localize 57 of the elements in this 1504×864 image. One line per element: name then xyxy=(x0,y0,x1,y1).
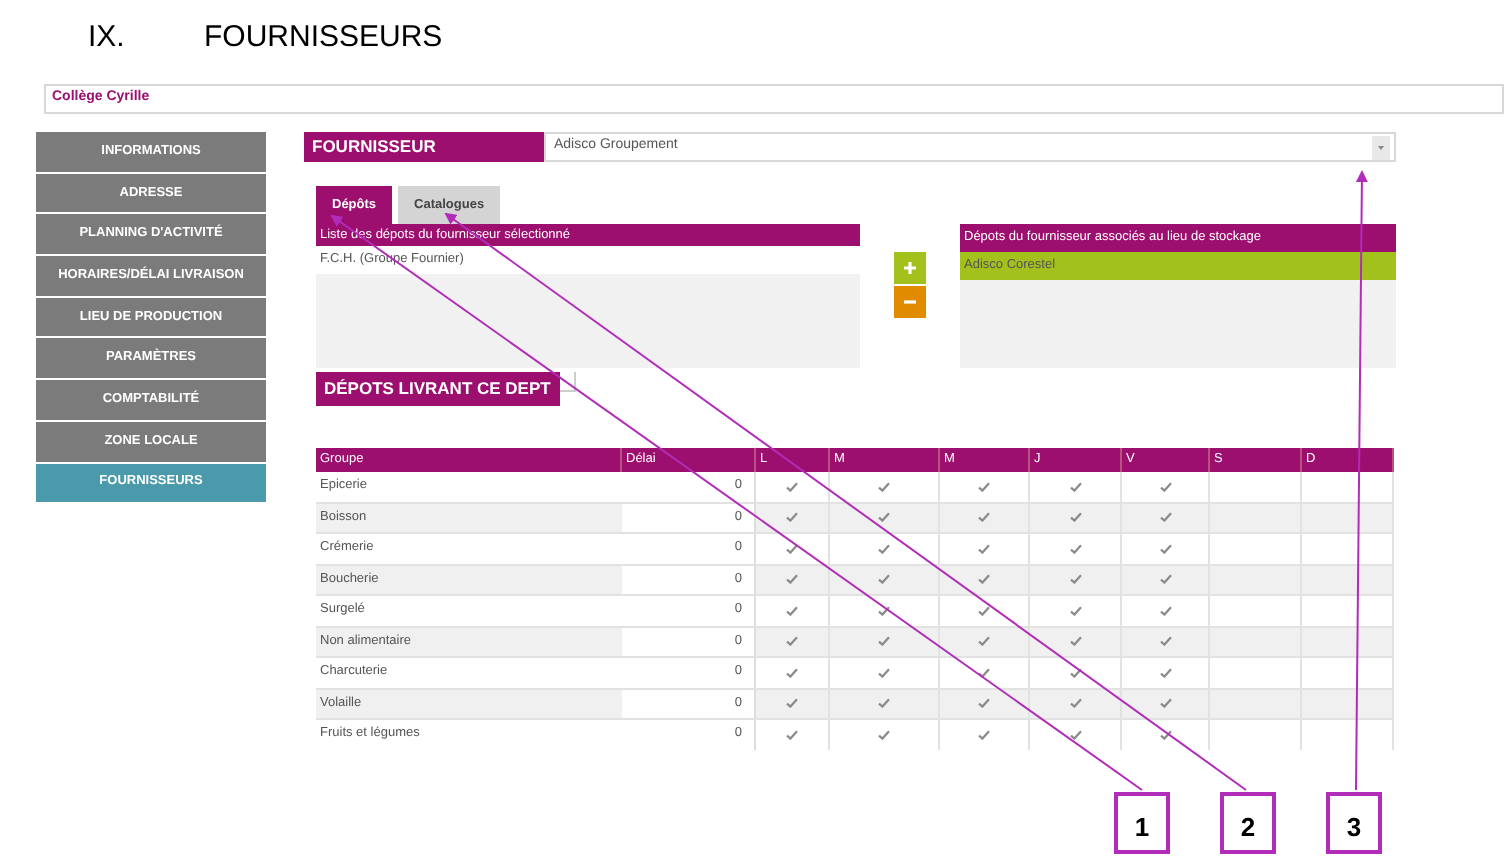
check-icon xyxy=(1159,543,1171,554)
check-icon xyxy=(1159,481,1171,492)
add-button[interactable] xyxy=(894,252,926,284)
check-icon xyxy=(978,574,990,585)
check-icon xyxy=(786,605,798,616)
check-icon xyxy=(1159,512,1171,523)
check-icon xyxy=(786,481,798,492)
check-icon xyxy=(1069,667,1081,678)
check-icon xyxy=(1159,636,1171,647)
check-icon xyxy=(786,543,798,554)
check-icon xyxy=(1069,605,1081,616)
check-icon xyxy=(978,481,990,492)
check-icon xyxy=(1069,512,1081,523)
check-icon xyxy=(1159,698,1171,709)
check-icon xyxy=(878,574,890,585)
check-icon xyxy=(786,636,798,647)
section-header: DÉPOTS LIVRANT CE DEPT xyxy=(316,372,560,406)
check-icon xyxy=(878,605,890,616)
check-icon xyxy=(1159,729,1171,740)
check-icon xyxy=(1069,574,1081,585)
callout-number: 1 xyxy=(1114,792,1170,854)
caret-icon xyxy=(1372,135,1390,159)
check-icon xyxy=(878,543,890,554)
check-icon xyxy=(978,667,990,678)
check-icon xyxy=(878,667,890,678)
check-icon xyxy=(786,667,798,678)
check-icon xyxy=(878,636,890,647)
check-icon xyxy=(978,698,990,709)
check-icon xyxy=(878,481,890,492)
plus-icon xyxy=(904,262,916,274)
supplier-label: FOURNISSEUR xyxy=(304,132,544,162)
check-icon xyxy=(978,636,990,647)
check-icon xyxy=(1069,729,1081,740)
check-icon xyxy=(978,729,990,740)
check-icon xyxy=(1069,636,1081,647)
check-icon xyxy=(1159,667,1171,678)
check-icon xyxy=(1069,543,1081,554)
check-icon xyxy=(878,512,890,523)
check-icon xyxy=(878,729,890,740)
callout-number: 3 xyxy=(1326,792,1382,854)
section-number: IX. xyxy=(88,17,127,58)
check-icon xyxy=(1159,574,1171,585)
check-icon xyxy=(786,698,798,709)
check-icon xyxy=(786,574,798,585)
callout-number: 2 xyxy=(1220,792,1276,854)
check-icon xyxy=(1069,481,1081,492)
check-icon xyxy=(978,605,990,616)
check-icon xyxy=(1069,698,1081,709)
check-icon xyxy=(1159,605,1171,616)
section-title: FOURNISSEURS xyxy=(204,17,443,58)
check-icon xyxy=(978,543,990,554)
check-icon xyxy=(786,729,798,740)
check-icon xyxy=(786,512,798,523)
remove-button[interactable] xyxy=(894,286,926,318)
check-icon xyxy=(878,698,890,709)
minus-icon xyxy=(904,300,916,304)
check-icon xyxy=(978,512,990,523)
